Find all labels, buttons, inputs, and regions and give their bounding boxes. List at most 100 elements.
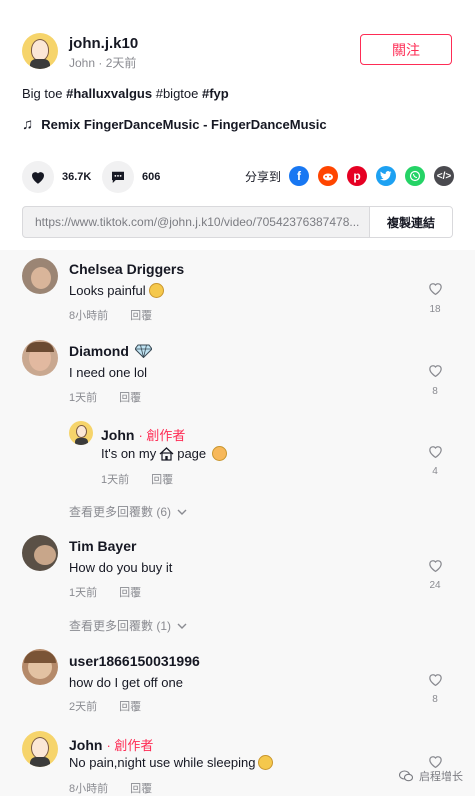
comment-meta: 8小時前 回覆 <box>69 780 152 796</box>
comment-time: 2天前 <box>69 701 98 713</box>
reddit-icon[interactable] <box>318 166 338 186</box>
view-more-replies[interactable]: 查看更多回覆數 (1) <box>69 617 187 634</box>
twitter-icon[interactable] <box>376 166 396 186</box>
comment-body: How do you buy it <box>69 560 173 575</box>
commenter-name[interactable]: Diamond <box>69 343 129 359</box>
reply-button[interactable]: 回覆 <box>151 471 173 487</box>
reply-like-count: 4 <box>432 466 438 477</box>
watermark: 启程增长 <box>399 768 463 784</box>
hashtag-link[interactable]: #fyp <box>202 86 229 101</box>
comment-like-count: 8 <box>432 694 438 705</box>
reply-meta: 1天前 回覆 <box>101 471 173 487</box>
watermark-text: 启程增长 <box>419 771 463 783</box>
commenter-name[interactable]: Chelsea Driggers <box>69 261 184 277</box>
comment-body: I need one lol <box>69 365 148 380</box>
comment-icon[interactable] <box>102 161 134 193</box>
heart-eyes-emoji-icon <box>212 446 228 461</box>
comment-time: 1天前 <box>69 392 98 404</box>
commenter-name-row[interactable]: Diamond <box>69 343 152 359</box>
reply-button[interactable]: 回覆 <box>119 584 141 600</box>
reply-body-end: page <box>177 446 207 461</box>
pinterest-icon[interactable]: p <box>347 166 367 186</box>
creator-badge: · 創作者 <box>106 738 154 753</box>
comment-heart-icon[interactable] <box>423 362 447 383</box>
video-url[interactable]: https://www.tiktok.com/@john.j.k10/video… <box>35 215 367 229</box>
author-name: John <box>69 56 96 70</box>
reply-text: It's on my page <box>101 446 228 461</box>
comment-action[interactable]: 606 <box>102 161 160 193</box>
creator-badge: · 創作者 <box>138 428 186 443</box>
whatsapp-icon[interactable] <box>405 166 425 186</box>
like-count: 36.7K <box>62 171 92 183</box>
view-more-label[interactable]: 查看更多回覆數 (1) <box>69 617 171 634</box>
comment-body: how do I get off one <box>69 675 183 690</box>
reply-avatar[interactable] <box>69 421 93 445</box>
comment-meta: 1天前 回覆 <box>69 584 141 600</box>
chevron-down-icon <box>177 509 187 515</box>
comment-meta: 8小時前 回覆 <box>69 307 152 323</box>
music-row[interactable]: ♫ Remix FingerDanceMusic - FingerDanceMu… <box>22 116 327 133</box>
hashtag-link[interactable]: #bigtoe <box>156 86 199 101</box>
view-more-label[interactable]: 查看更多回覆數 (6) <box>69 503 171 520</box>
comment-text: Looks painful <box>69 283 164 298</box>
reply-button[interactable]: 回覆 <box>119 389 141 405</box>
wechat-icon <box>399 770 413 782</box>
commenter-avatar[interactable] <box>22 649 58 685</box>
commenter-avatar[interactable] <box>22 731 58 767</box>
comment-time: 8小時前 <box>69 783 109 795</box>
commenter-name[interactable]: John <box>69 737 102 753</box>
post-time: 2天前 <box>105 56 137 70</box>
heart-icon[interactable] <box>22 161 54 193</box>
music-note-icon: ♫ <box>22 116 34 133</box>
comment-time: 1天前 <box>69 587 98 599</box>
commenter-name[interactable]: user1866150031996 <box>69 653 200 669</box>
diamond-emoji-icon <box>134 344 152 358</box>
comment-like-count: 24 <box>429 580 441 591</box>
comment-heart-icon[interactable] <box>423 557 447 578</box>
worried-emoji-icon <box>148 283 164 298</box>
embed-icon[interactable]: </> <box>434 166 454 186</box>
commenter-name-row[interactable]: John · 創作者 <box>69 735 153 754</box>
comment-text: No pain,night use while sleeping <box>69 755 274 770</box>
reply-body-start: It's on my <box>101 446 157 461</box>
comment-heart-icon[interactable] <box>423 280 447 301</box>
comment-body: Looks painful <box>69 283 146 298</box>
author-username[interactable]: john.j.k10 <box>69 35 138 52</box>
view-more-replies[interactable]: 查看更多回覆數 (6) <box>69 503 187 520</box>
reply-author-row[interactable]: John · 創作者 <box>101 425 185 444</box>
comment-count: 606 <box>142 171 161 183</box>
chevron-down-icon <box>177 623 187 629</box>
copy-link-button[interactable]: 複製連結 <box>369 207 452 237</box>
share-label: 分享到 <box>245 170 282 184</box>
music-title[interactable]: Remix FingerDanceMusic - FingerDanceMusi… <box>41 117 326 132</box>
share-icons: f p </> <box>289 166 454 186</box>
reply-heart-icon[interactable] <box>423 443 447 464</box>
caption-text: Big toe <box>22 86 63 101</box>
hashtag-link[interactable]: #halluxvalgus <box>66 86 152 101</box>
comment-list: Chelsea Driggers Looks painful 8小時前 回覆 1… <box>0 250 475 796</box>
comment-time: 8小時前 <box>69 310 109 322</box>
reply-author-name[interactable]: John <box>101 427 134 443</box>
author-avatar[interactable] <box>22 33 58 69</box>
author-subline: John · 2天前 <box>69 56 137 70</box>
video-link-box: https://www.tiktok.com/@john.j.k10/video… <box>22 206 453 238</box>
reply-button[interactable]: 回覆 <box>130 307 152 323</box>
reply-time: 1天前 <box>101 474 130 486</box>
commenter-avatar[interactable] <box>22 258 58 294</box>
follow-button[interactable]: 關注 <box>360 34 452 65</box>
comment-like-count: 8 <box>432 386 438 397</box>
commenter-avatar[interactable] <box>22 535 58 571</box>
facebook-icon[interactable]: f <box>289 166 309 186</box>
reply-button[interactable]: 回覆 <box>119 698 141 714</box>
like-action[interactable]: 36.7K <box>22 161 91 193</box>
smile-emoji-icon <box>258 755 274 770</box>
commenter-name[interactable]: Tim Bayer <box>69 538 136 554</box>
comment-heart-icon[interactable] <box>423 671 447 692</box>
comment-like-count: 18 <box>429 304 441 315</box>
house-emoji-icon <box>159 446 174 461</box>
commenter-avatar[interactable] <box>22 340 58 376</box>
reply-button[interactable]: 回覆 <box>130 780 152 796</box>
video-caption: Big toe #halluxvalgus #bigtoe #fyp <box>22 86 229 101</box>
comment-body: No pain,night use while sleeping <box>69 755 256 770</box>
comment-meta: 1天前 回覆 <box>69 389 141 405</box>
